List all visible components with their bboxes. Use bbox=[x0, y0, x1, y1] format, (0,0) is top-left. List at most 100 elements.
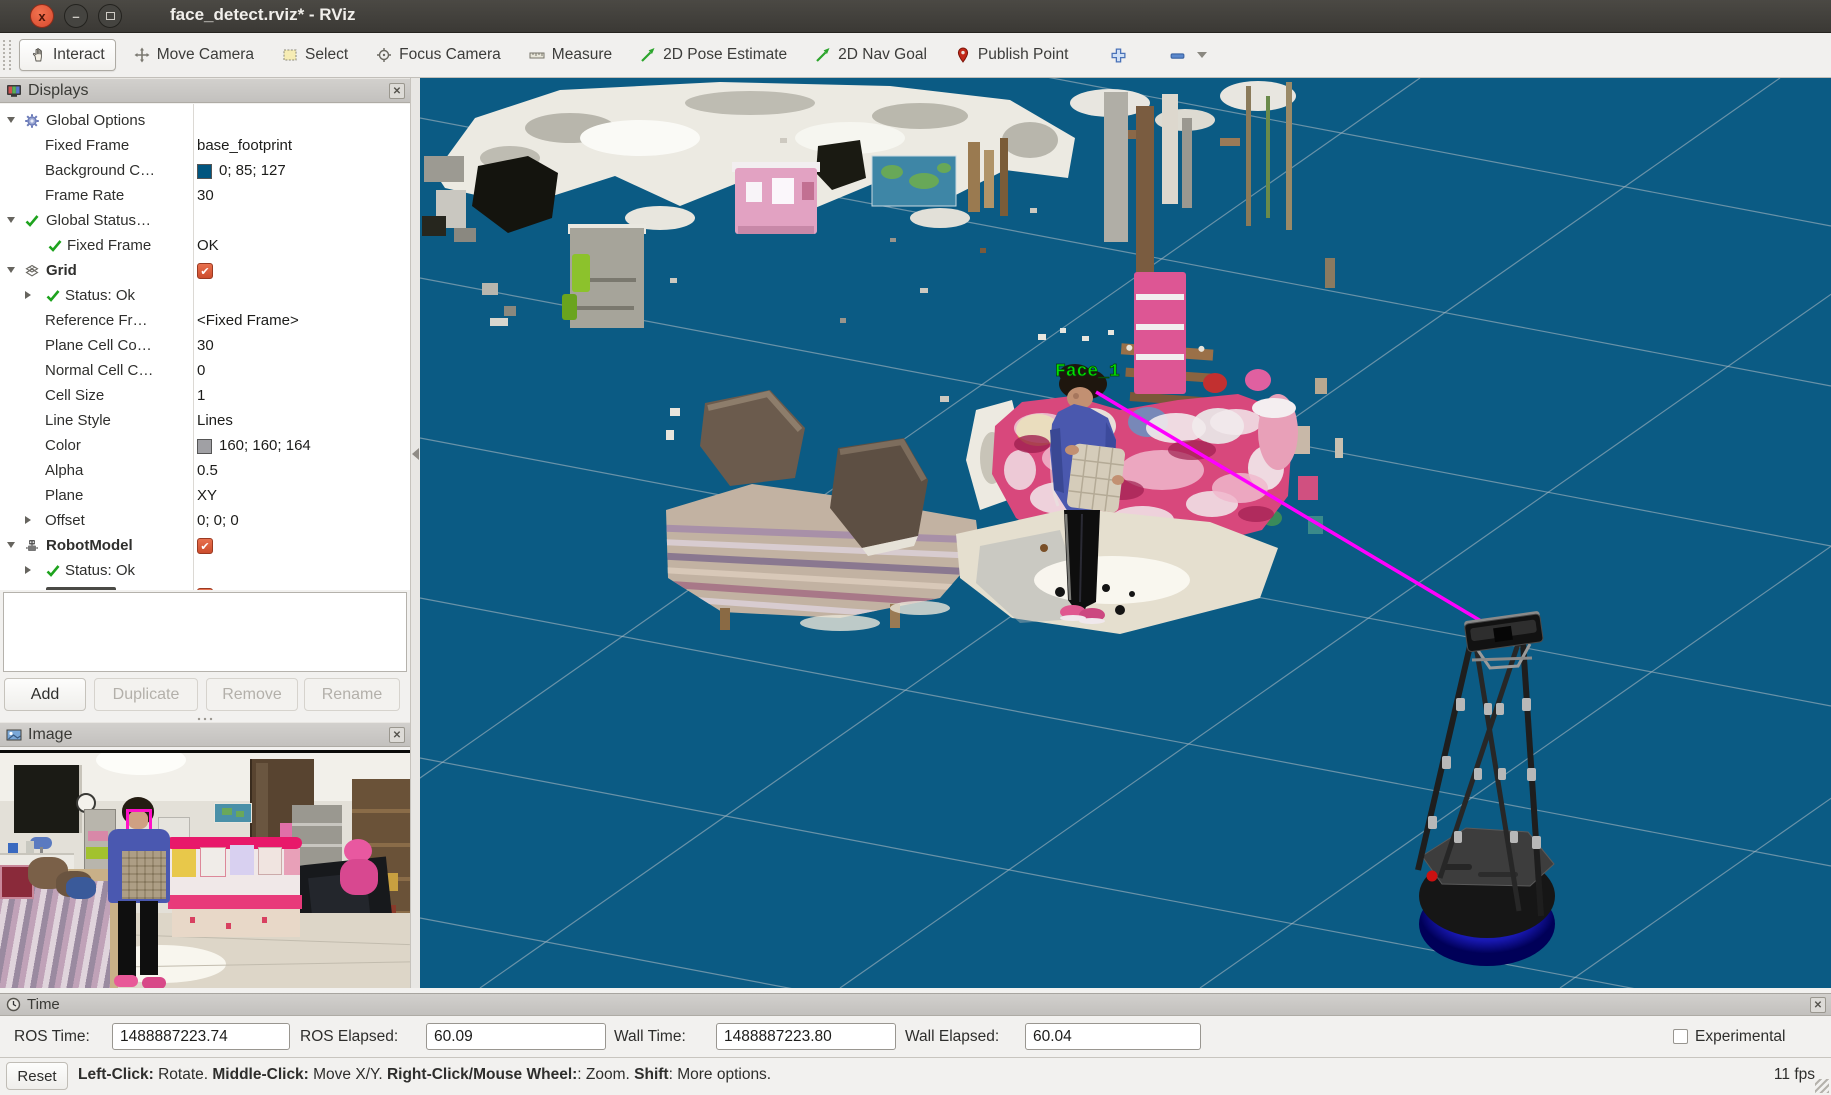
tool-label: 2D Pose Estimate bbox=[663, 46, 787, 64]
time-panel-header[interactable]: Time ✕ bbox=[0, 993, 1831, 1016]
tree-column-separator[interactable] bbox=[193, 104, 194, 590]
tool-2d-pose-estimate[interactable]: 2D Pose Estimate bbox=[630, 40, 797, 70]
tool-publish-point[interactable]: Publish Point bbox=[945, 40, 1078, 70]
tool-select[interactable]: Select bbox=[272, 40, 358, 70]
enabled-checkbox[interactable]: ✔ bbox=[197, 588, 213, 590]
display-row-offset[interactable]: Offset0; 0; 0 bbox=[0, 509, 410, 534]
collapse-panel-icon[interactable] bbox=[412, 448, 419, 460]
add-tool-button[interactable] bbox=[1100, 41, 1137, 70]
ros-elapsed-input[interactable] bbox=[426, 1023, 606, 1050]
tool-2d-nav-goal[interactable]: 2D Nav Goal bbox=[805, 40, 937, 70]
display-row-value[interactable]: Lines bbox=[197, 412, 233, 429]
display-row-background-c[interactable]: Background C…0; 85; 127 bbox=[0, 159, 410, 184]
display-row-fixed-frame[interactable]: Fixed FrameOK bbox=[0, 234, 410, 259]
expand-open-icon[interactable] bbox=[7, 267, 15, 273]
tool-focus-camera[interactable]: Focus Camera bbox=[366, 40, 511, 70]
display-row-value[interactable]: 30 bbox=[197, 337, 214, 354]
display-row-value[interactable]: 0; 85; 127 bbox=[219, 162, 286, 179]
display-row-label: Grid bbox=[46, 262, 77, 279]
display-row-plane[interactable]: PlaneXY bbox=[0, 484, 410, 509]
property-description-box bbox=[3, 592, 407, 672]
displays-tree[interactable]: Global OptionsFixed Framebase_footprintB… bbox=[0, 104, 410, 590]
display-row-reference-fr[interactable]: Reference Fr…<Fixed Frame> bbox=[0, 309, 410, 334]
display-row-value[interactable]: 0; 0; 0 bbox=[197, 512, 239, 529]
minimize-window-icon[interactable]: – bbox=[64, 4, 88, 28]
selection-box-icon bbox=[282, 47, 298, 63]
wall-time-label: Wall Time: bbox=[614, 1028, 686, 1046]
display-row-color[interactable]: Color160; 160; 164 bbox=[0, 434, 410, 459]
camera-image bbox=[0, 750, 410, 988]
display-row-label: Alpha bbox=[45, 462, 83, 479]
panel-splitter-handle[interactable] bbox=[196, 717, 214, 721]
image-panel-header[interactable]: Image ✕ bbox=[0, 722, 410, 747]
display-row-line-style[interactable]: Line StyleLines bbox=[0, 409, 410, 434]
tool-label: 2D Nav Goal bbox=[838, 46, 927, 64]
display-row-value[interactable]: 160; 160; 164 bbox=[219, 437, 311, 454]
pointcloud-bench bbox=[660, 390, 980, 630]
tool-label: Select bbox=[305, 46, 348, 64]
ros-time-input[interactable] bbox=[112, 1023, 290, 1050]
display-row-value[interactable]: base_footprint bbox=[197, 137, 292, 154]
expand-closed-icon[interactable] bbox=[25, 566, 31, 574]
3d-viewport[interactable]: Face_1 bbox=[420, 78, 1831, 988]
display-row-alpha[interactable]: Alpha 0.5 bbox=[0, 459, 410, 484]
display-row-value[interactable]: 0 bbox=[197, 362, 205, 379]
close-icon[interactable]: ✕ bbox=[389, 727, 405, 743]
check-icon bbox=[24, 213, 40, 229]
panel-viewport-splitter[interactable] bbox=[410, 78, 420, 988]
display-row-value[interactable]: OK bbox=[197, 237, 219, 254]
wall-time-input[interactable] bbox=[716, 1023, 896, 1050]
tool-move-camera[interactable]: Move Camera bbox=[124, 40, 264, 70]
display-row-normal-cell-c[interactable]: Normal Cell C…0 bbox=[0, 359, 410, 384]
maximize-window-icon[interactable] bbox=[98, 4, 122, 28]
point-cloud-scene: Face_1 bbox=[420, 78, 1831, 988]
display-row-global-status[interactable]: Global Status… bbox=[0, 209, 410, 234]
close-window-icon[interactable]: x bbox=[30, 4, 54, 28]
remove-tool-button[interactable] bbox=[1159, 41, 1217, 70]
enabled-checkbox[interactable]: ✔ bbox=[197, 263, 213, 279]
expand-open-icon[interactable] bbox=[7, 217, 15, 223]
display-row-value[interactable]: XY bbox=[197, 487, 217, 504]
expand-closed-icon[interactable] bbox=[25, 291, 31, 299]
display-row-value[interactable]: 0.5 bbox=[197, 462, 218, 479]
display-row-status-ok[interactable]: Status: Ok bbox=[0, 284, 410, 309]
display-row-partial[interactable]: ✔ bbox=[0, 584, 410, 590]
reset-button[interactable]: Reset bbox=[6, 1062, 68, 1090]
display-row-status-ok[interactable]: Status: Ok bbox=[0, 559, 410, 584]
display-row-frame-rate[interactable]: Frame Rate30 bbox=[0, 184, 410, 209]
toolbar-drag-handle[interactable] bbox=[3, 40, 11, 70]
color-swatch[interactable] bbox=[197, 164, 212, 179]
display-row-robotmodel[interactable]: RobotModel✔ bbox=[0, 534, 410, 559]
display-row-value[interactable]: 1 bbox=[197, 387, 205, 404]
display-row-global-options[interactable]: Global Options bbox=[0, 109, 410, 134]
wall-elapsed-input[interactable] bbox=[1025, 1023, 1201, 1050]
display-row-cell-size[interactable]: Cell Size1 bbox=[0, 384, 410, 409]
display-row-value[interactable]: <Fixed Frame> bbox=[197, 312, 299, 329]
display-row-grid[interactable]: Grid ✔ bbox=[0, 259, 410, 284]
enabled-checkbox[interactable]: ✔ bbox=[197, 538, 213, 554]
display-row-fixed-frame[interactable]: Fixed Framebase_footprint bbox=[0, 134, 410, 159]
displays-panel-header[interactable]: Displays ✕ bbox=[0, 78, 410, 103]
close-icon[interactable]: ✕ bbox=[389, 83, 405, 99]
close-icon[interactable]: ✕ bbox=[1810, 997, 1826, 1013]
display-row-plane-cell-co[interactable]: Plane Cell Co… 30 bbox=[0, 334, 410, 359]
tool-measure[interactable]: Measure bbox=[519, 40, 622, 70]
image-panel-title: Image bbox=[28, 726, 72, 744]
resize-grip[interactable] bbox=[1815, 1079, 1829, 1093]
add-button[interactable]: Add bbox=[4, 678, 86, 711]
rename-button[interactable]: Rename bbox=[304, 678, 400, 711]
chevron-down-icon[interactable] bbox=[1197, 52, 1207, 58]
experimental-checkbox[interactable] bbox=[1673, 1029, 1688, 1044]
expand-open-icon[interactable] bbox=[7, 117, 15, 123]
expand-open-icon[interactable] bbox=[7, 542, 15, 548]
displays-panel-title: Displays bbox=[28, 82, 88, 100]
ros-elapsed-label: ROS Elapsed: bbox=[300, 1028, 398, 1046]
remove-button[interactable]: Remove bbox=[206, 678, 298, 711]
duplicate-button[interactable]: Duplicate bbox=[94, 678, 198, 711]
tool-label: Interact bbox=[53, 46, 105, 64]
display-row-label: Plane Cell Co… bbox=[45, 337, 152, 354]
expand-closed-icon[interactable] bbox=[25, 516, 31, 524]
display-row-value[interactable]: 30 bbox=[197, 187, 214, 204]
tool-interact[interactable]: Interact bbox=[19, 39, 116, 71]
color-swatch[interactable] bbox=[197, 439, 212, 454]
